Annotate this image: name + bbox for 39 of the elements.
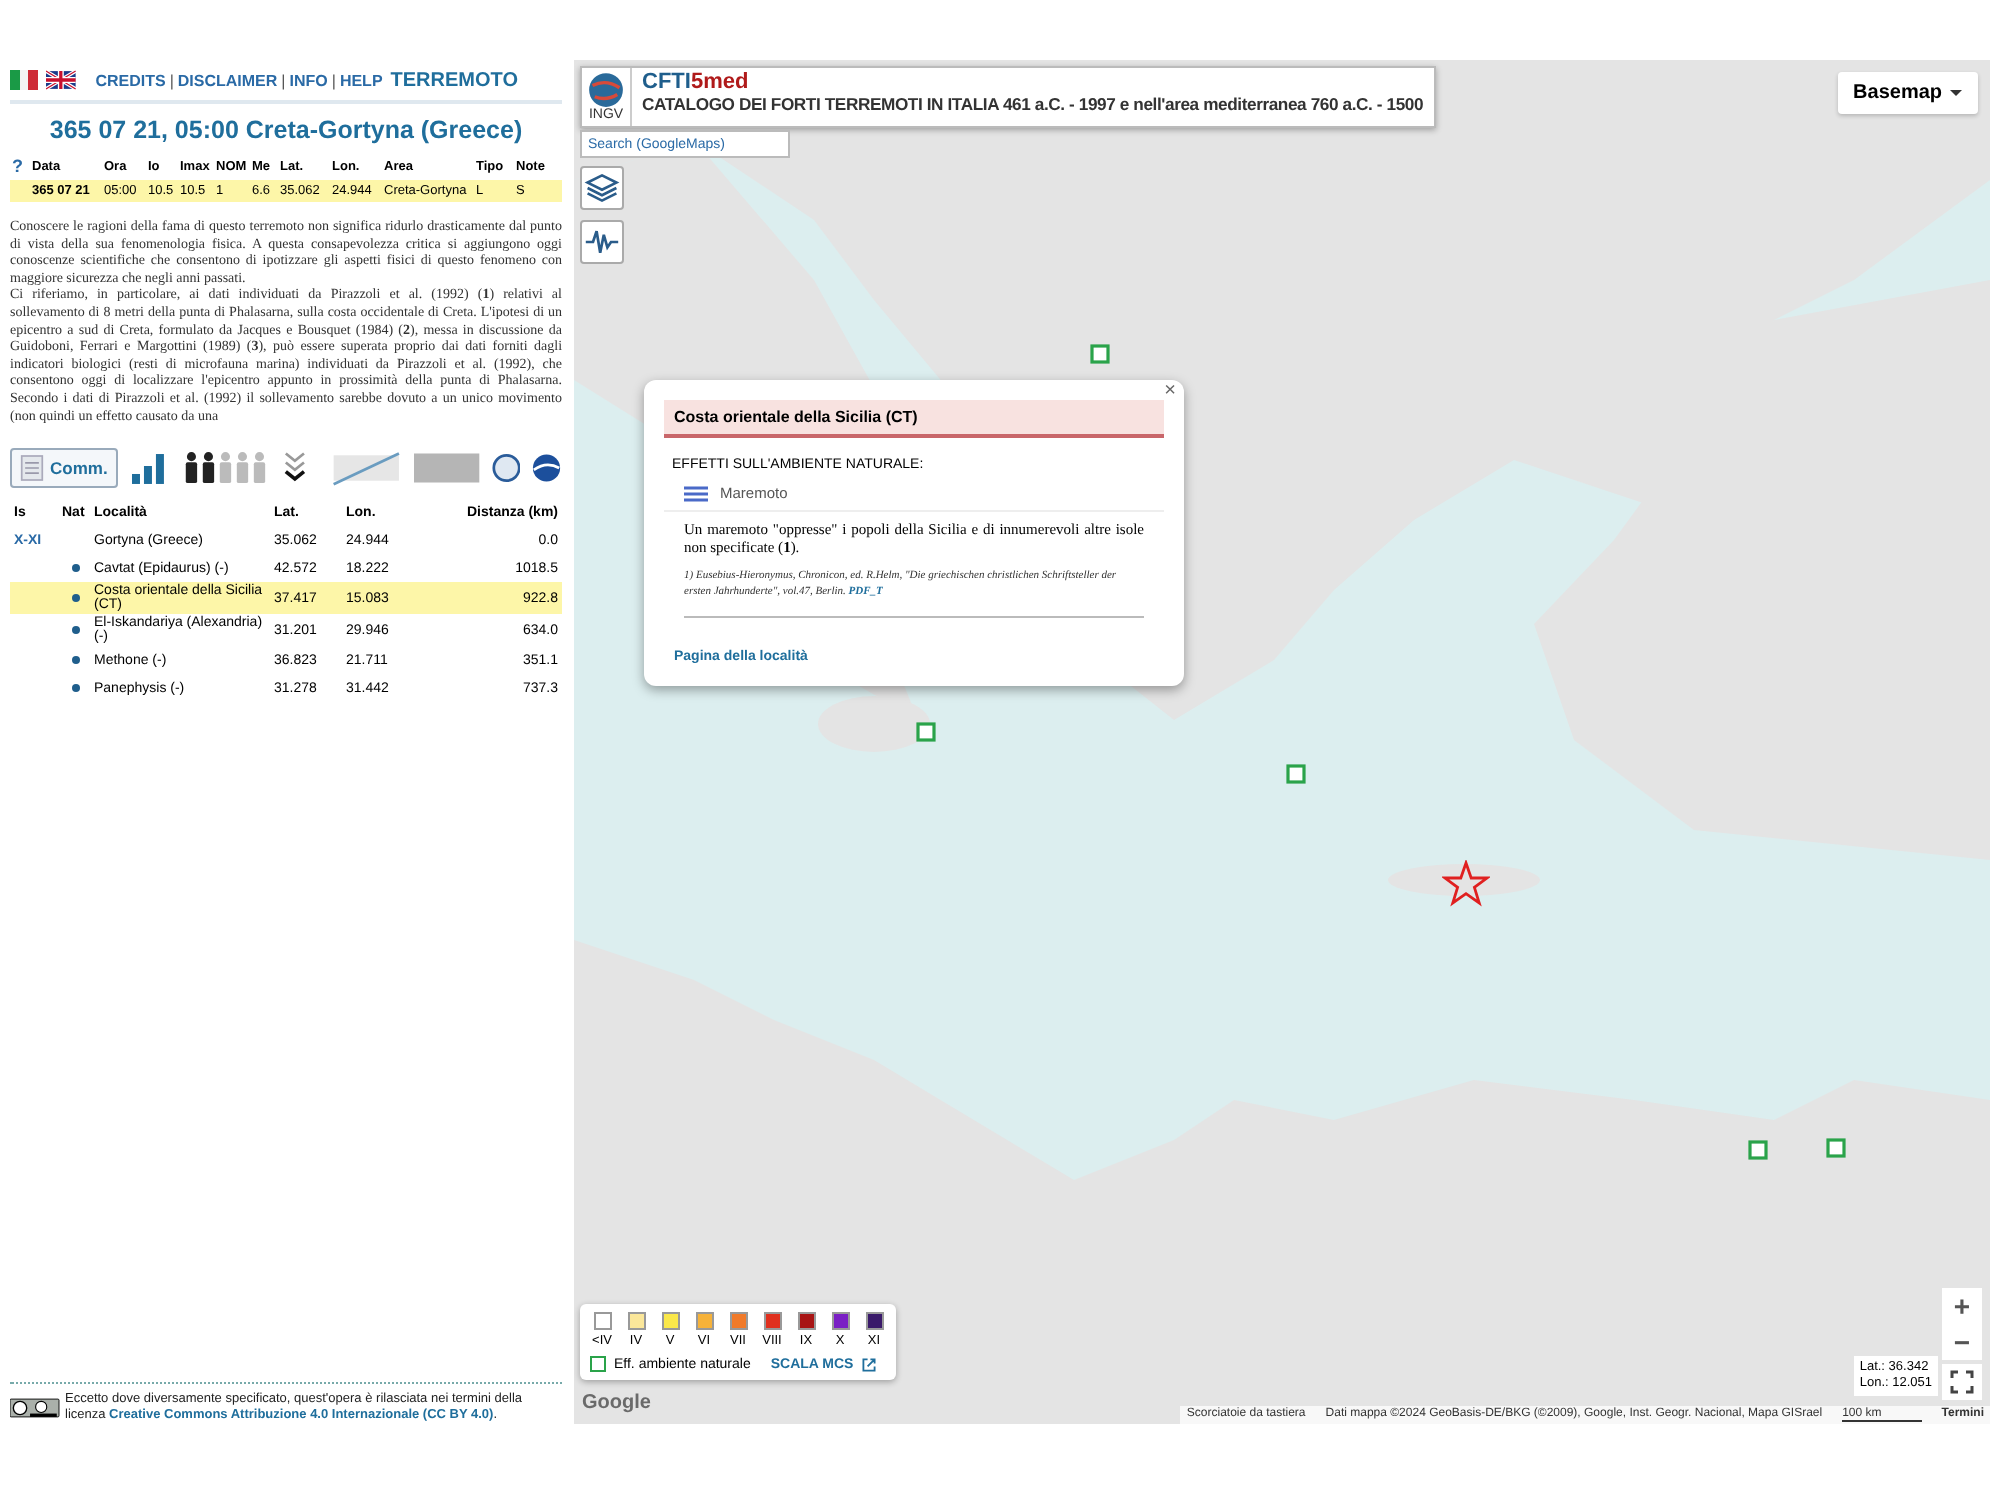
seismograph-button[interactable]: [580, 220, 624, 264]
bar-chart-icon[interactable]: [129, 448, 170, 489]
nav-link[interactable]: DISCLAIMER: [177, 71, 278, 89]
external-link-icon[interactable]: [861, 1357, 876, 1371]
round-logo-icon[interactable]: [491, 452, 521, 485]
square-marker-icon[interactable]: [1090, 344, 1110, 364]
nav-link[interactable]: HELP: [339, 71, 383, 89]
square-marker-icon: [590, 1356, 606, 1372]
license-badge-icon[interactable]: [10, 1392, 59, 1424]
earthquake-title: 365 07 21, 05:00 Creta-Gortyna (Greece): [47, 116, 525, 144]
nav-link[interactable]: CREDITS: [95, 71, 166, 89]
globe-icon: [588, 72, 624, 108]
square-marker-icon[interactable]: [1286, 764, 1306, 784]
separator: |: [169, 71, 174, 89]
globe-icon[interactable]: [532, 452, 562, 485]
separator: |: [281, 71, 286, 89]
comments-button[interactable]: Comm.: [10, 448, 118, 489]
uk-flag-icon[interactable]: [45, 70, 76, 90]
help-link[interactable]: ?: [12, 156, 28, 176]
square-marker-icon[interactable]: [916, 722, 936, 742]
layers-button[interactable]: [580, 166, 624, 210]
slash-logo-icon[interactable]: [330, 448, 403, 489]
square-marker-icon[interactable]: [1748, 1140, 1768, 1160]
app-title: CFTI5med: [642, 70, 751, 94]
nav-link[interactable]: INFO: [289, 71, 328, 89]
close-button[interactable]: ×: [1160, 380, 1180, 402]
separator: |: [331, 71, 336, 89]
google-logo: Google: [582, 1392, 651, 1414]
document-icon: [20, 454, 44, 483]
section-title: TERREMOTO: [390, 69, 518, 91]
square-marker-icon[interactable]: [1826, 1138, 1846, 1158]
list-icon: [684, 485, 708, 501]
italian-flag-icon[interactable]: [10, 70, 38, 90]
basemap-button[interactable]: Basemap: [1837, 72, 1978, 114]
caret-icon: [1950, 90, 1962, 96]
star-icon[interactable]: [1442, 860, 1490, 908]
popup-title: Costa orientale della Sicilia (CT): [664, 400, 1164, 438]
fullscreen-button[interactable]: [1942, 1364, 1982, 1400]
app-subtitle: CATALOGO DEI FORTI TERREMOTI IN ITALIA 461 a.C. - 1997 e nell'area mediterranea 760 a.C. - 1500: [642, 94, 1424, 114]
